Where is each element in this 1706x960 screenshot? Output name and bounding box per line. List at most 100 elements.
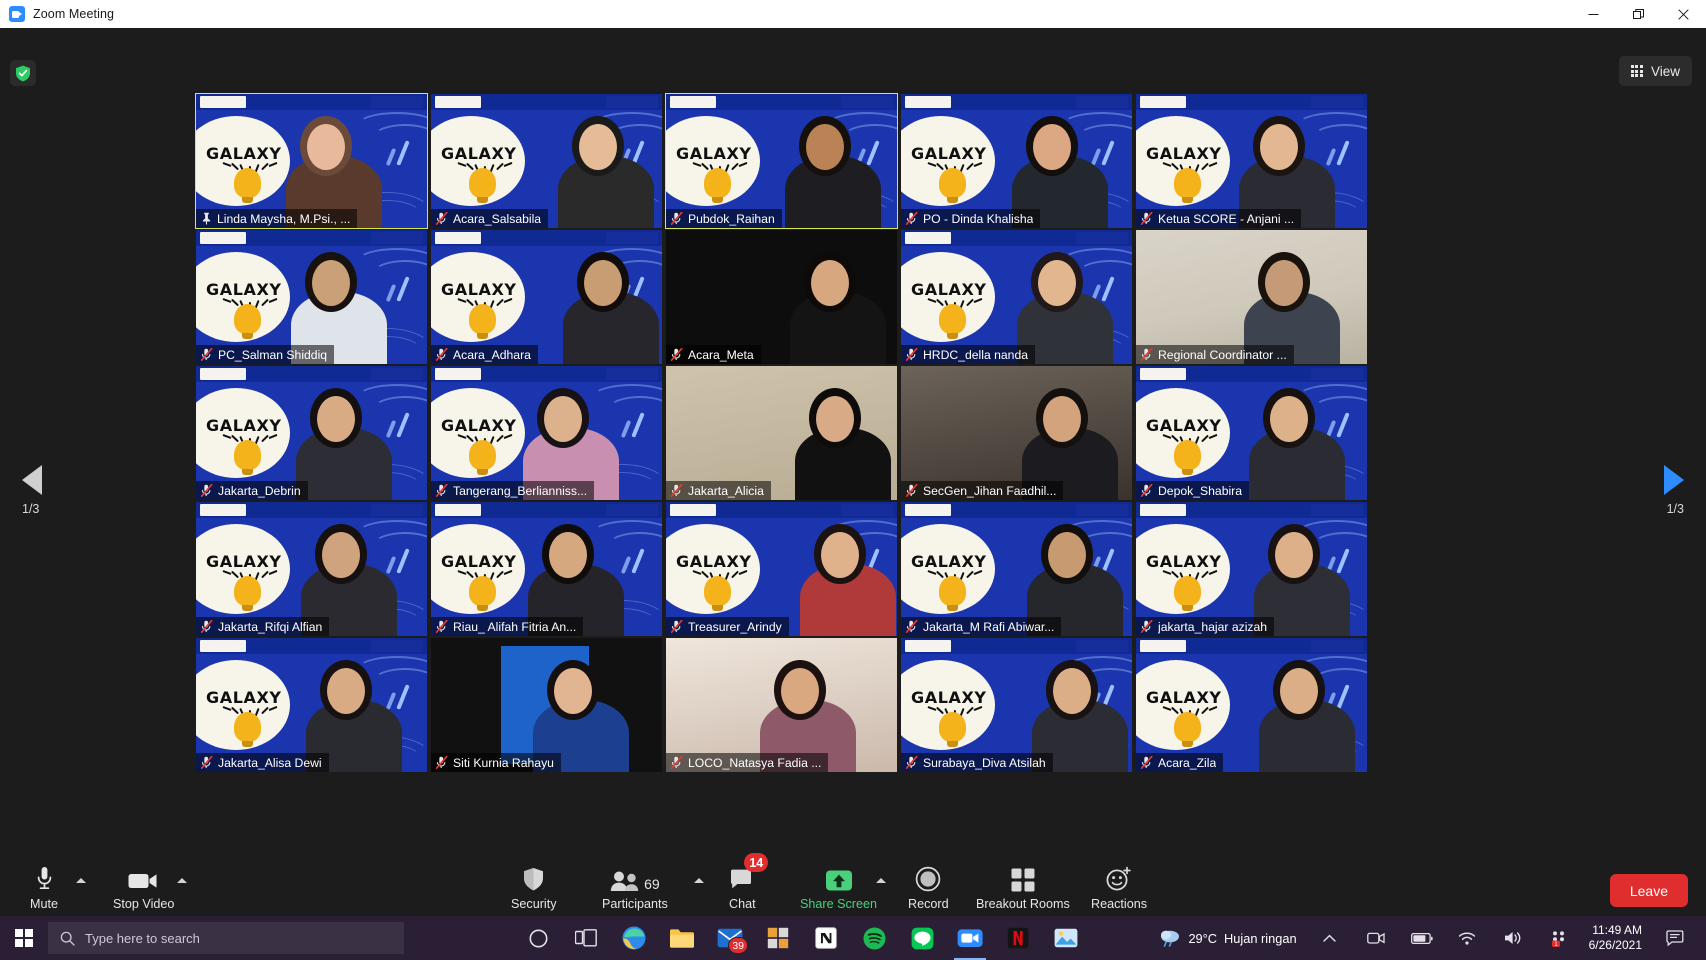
participant-tile[interactable]: GALAXY Acara_Zila [1136, 638, 1367, 772]
participant-name-bar: SecGen_Jihan Faadhil... [901, 481, 1064, 500]
participant-face [1038, 260, 1076, 306]
minimize-button[interactable] [1571, 0, 1616, 28]
background-bulb-icon [939, 576, 966, 611]
participant-face [312, 260, 350, 306]
participant-name: Jakarta_Rifqi Alfian [218, 619, 323, 634]
participants-button[interactable]: 69 Participants [602, 862, 668, 911]
mic-muted-icon [671, 484, 683, 497]
participant-tile[interactable]: GALAXY PO - Dinda Khalisha [901, 94, 1132, 228]
photos-icon[interactable] [1042, 916, 1090, 960]
participant-tile[interactable]: GALAXY jakarta_hajar azizah [1136, 502, 1367, 636]
participant-tile[interactable]: SecGen_Jihan Faadhil... [901, 366, 1132, 500]
cortana-icon[interactable] [514, 916, 562, 960]
share-screen-button[interactable]: Share Screen [800, 862, 877, 911]
reactions-label: Reactions [1091, 897, 1148, 911]
participant-tile[interactable]: Jakarta_Alicia [666, 366, 897, 500]
wifi-icon[interactable] [1445, 916, 1491, 960]
mic-muted-icon [436, 484, 448, 497]
view-button[interactable]: View [1618, 56, 1692, 86]
participant-tile[interactable]: GALAXY Acara_Adhara [431, 230, 662, 364]
participant-tile[interactable]: GALAXY Ketua SCORE - Anjani ... [1136, 94, 1367, 228]
breakout-rooms-button[interactable]: Breakout Rooms [976, 862, 1070, 911]
taskbar-clock[interactable]: 11:49 AM 6/26/2021 [1583, 923, 1652, 953]
mic-muted-icon [201, 348, 213, 361]
chat-bubble-icon: 14 [730, 853, 769, 892]
participant-name: Tangerang_Berlianniss... [453, 483, 588, 498]
participant-tile[interactable]: GALAXY Linda Maysha, M.Psi., ... [195, 93, 428, 229]
start-button[interactable] [0, 916, 48, 960]
reactions-button[interactable]: Reactions [1091, 862, 1147, 911]
meeting-topbar: View [0, 28, 1706, 86]
share-options-chevron-icon[interactable] [876, 878, 886, 883]
participant-name-bar: Depok_Shabira [1136, 481, 1250, 500]
participant-name-bar: Jakarta_Alisa Dewi [196, 753, 329, 772]
restore-button[interactable] [1616, 0, 1661, 28]
audio-options-chevron-icon[interactable] [76, 878, 86, 883]
zoom-taskbar-icon[interactable] [946, 916, 994, 960]
weather-widget[interactable]: 29°C Hujan ringan [1149, 929, 1306, 947]
participant-tile[interactable]: Acara_Meta [666, 230, 897, 364]
participant-tile[interactable]: GALAXY Depok_Shabira [1136, 366, 1367, 500]
participant-tile[interactable]: GALAXY Jakarta_Alisa Dewi [196, 638, 427, 772]
shield-icon [523, 862, 544, 892]
participant-tile[interactable]: LOCO_Natasya Fadia ... [666, 638, 897, 772]
line-icon[interactable] [898, 916, 946, 960]
record-button[interactable]: Record [908, 862, 949, 911]
stop-video-button[interactable]: Stop Video [113, 862, 174, 911]
close-button[interactable] [1661, 0, 1706, 28]
background-logo-secondary [1076, 232, 1128, 244]
green-shield-check-icon[interactable] [10, 60, 36, 86]
participant-tile[interactable]: GALAXY HRDC_della nanda [901, 230, 1132, 364]
task-view-icon[interactable] [562, 916, 610, 960]
participant-tile[interactable]: GALAXY Pubdok_Raihan [665, 93, 898, 229]
mail-icon[interactable]: 39 [706, 916, 754, 960]
netflix-icon[interactable] [994, 916, 1042, 960]
participant-name: Jakarta_Debrin [218, 483, 301, 498]
participant-name: Surabaya_Diva Atsilah [923, 755, 1046, 770]
security-button[interactable]: Security [511, 862, 557, 911]
mic-muted-icon [201, 756, 213, 769]
background-logo-secondary [1311, 96, 1363, 108]
chat-button[interactable]: 14 Chat [729, 853, 769, 911]
notification-dots-icon[interactable]: 1 [1537, 916, 1583, 960]
participant-tile[interactable]: Siti Kurnia Rahayu [431, 638, 662, 772]
grid-icon [1630, 64, 1643, 78]
mute-button[interactable]: Mute [30, 862, 58, 911]
mic-muted-icon [436, 348, 448, 361]
participant-tile[interactable]: GALAXY Jakarta_M Rafi Abiwar... [901, 502, 1132, 636]
participant-tile[interactable]: GALAXY Surabaya_Diva Atsilah [901, 638, 1132, 772]
edge-icon[interactable] [610, 916, 658, 960]
webcam-icon[interactable] [1353, 916, 1399, 960]
search-input[interactable]: Type here to search [48, 922, 404, 954]
participant-face [821, 532, 859, 578]
store-icon[interactable] [754, 916, 802, 960]
participant-tile[interactable]: GALAXY PC_Salman Shiddiq [196, 230, 427, 364]
chat-label: Chat [729, 897, 756, 911]
participant-name: Siti Kurnia Rahayu [453, 755, 554, 770]
participant-tile[interactable]: GALAXY Acara_Salsabila [431, 94, 662, 228]
video-options-chevron-icon[interactable] [177, 878, 187, 883]
notion-icon[interactable] [802, 916, 850, 960]
participant-tile[interactable]: GALAXY Tangerang_Berlianniss... [431, 366, 662, 500]
participant-name: Riau_ Alifah Fitria An... [453, 619, 577, 634]
participant-tile[interactable]: GALAXY Riau_ Alifah Fitria An... [431, 502, 662, 636]
participant-tile[interactable]: GALAXY Treasurer_Arindy [666, 502, 897, 636]
mic-muted-icon [201, 620, 213, 633]
participant-tile[interactable]: GALAXY Jakarta_Rifqi Alfian [196, 502, 427, 636]
participant-name-bar: jakarta_hajar azizah [1136, 617, 1275, 636]
prev-page-arrow[interactable] [22, 465, 42, 495]
leave-button[interactable]: Leave [1609, 874, 1688, 907]
participants-options-chevron-icon[interactable] [694, 878, 704, 883]
volume-icon[interactable] [1491, 916, 1537, 960]
battery-icon[interactable] [1399, 916, 1445, 960]
participant-face [327, 668, 365, 714]
background-logo-secondary [606, 368, 658, 380]
spotify-icon[interactable] [850, 916, 898, 960]
file-explorer-icon[interactable] [658, 916, 706, 960]
action-center-icon[interactable] [1652, 916, 1698, 960]
participant-tile[interactable]: Regional Coordinator ... [1136, 230, 1367, 364]
participant-tile[interactable]: GALAXY Jakarta_Debrin [196, 366, 427, 500]
background-wave [1313, 396, 1367, 422]
next-page-arrow[interactable] [1664, 465, 1684, 495]
chevron-up-icon[interactable] [1307, 916, 1353, 960]
